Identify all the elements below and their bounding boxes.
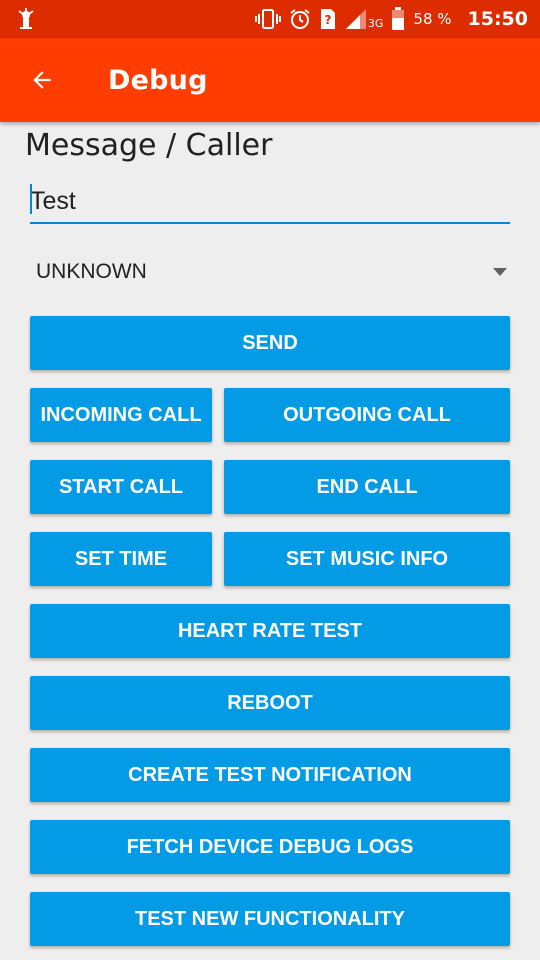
spinner-value: UNKNOWN bbox=[36, 260, 147, 283]
message-input-wrap bbox=[30, 180, 510, 224]
fetch-device-debug-logs-button[interactable]: FETCH DEVICE DEBUG LOGS bbox=[30, 820, 510, 874]
start-call-button[interactable]: START CALL bbox=[30, 460, 212, 514]
arrow-back-icon bbox=[29, 67, 55, 93]
network-type-label: 3G bbox=[367, 17, 384, 30]
set-time-button[interactable]: SET TIME bbox=[30, 532, 212, 586]
battery-percent: 58 % bbox=[413, 10, 452, 28]
caller-type-spinner[interactable]: UNKNOWN bbox=[30, 250, 510, 294]
reboot-button[interactable]: REBOOT bbox=[30, 676, 510, 730]
set-music-info-button[interactable]: SET MUSIC INFO bbox=[224, 532, 510, 586]
end-call-button[interactable]: END CALL bbox=[224, 460, 510, 514]
test-new-functionality-button[interactable]: TEST NEW FUNCTIONALITY bbox=[30, 892, 510, 946]
status-bar: ? 3G 58 % 15:50 bbox=[0, 0, 540, 38]
dropdown-arrow-icon bbox=[492, 267, 508, 277]
incoming-call-button[interactable]: INCOMING CALL bbox=[30, 388, 212, 442]
app-bar: Debug bbox=[0, 38, 540, 122]
heart-rate-test-button[interactable]: HEART RATE TEST bbox=[30, 604, 510, 658]
alarm-icon bbox=[289, 8, 311, 30]
create-test-notification-button[interactable]: CREATE TEST NOTIFICATION bbox=[30, 748, 510, 802]
back-button[interactable] bbox=[14, 52, 70, 108]
signal-icon: 3G bbox=[345, 8, 384, 30]
text-cursor bbox=[30, 184, 32, 214]
app-notification-icon bbox=[14, 7, 38, 31]
vibrate-icon bbox=[254, 8, 281, 30]
battery-icon bbox=[391, 7, 405, 31]
send-button[interactable]: SEND bbox=[30, 316, 510, 370]
svg-text:?: ? bbox=[324, 13, 331, 27]
message-input[interactable] bbox=[30, 180, 510, 224]
clock: 15:50 bbox=[467, 8, 528, 30]
page-title: Debug bbox=[108, 64, 208, 96]
section-title: Message / Caller bbox=[25, 128, 273, 163]
sim-unknown-icon: ? bbox=[319, 8, 337, 30]
outgoing-call-button[interactable]: OUTGOING CALL bbox=[224, 388, 510, 442]
